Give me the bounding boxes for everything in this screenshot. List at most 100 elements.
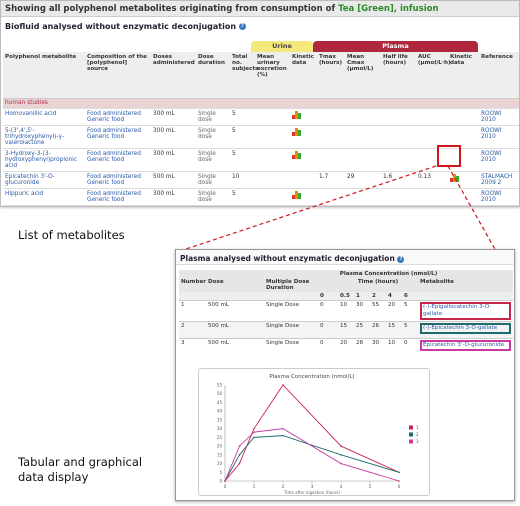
y-tick-label: 25	[217, 435, 223, 440]
data-point	[340, 454, 342, 456]
data-point	[282, 384, 284, 386]
concentration-value: 0	[318, 300, 338, 322]
panel-title: Plasma analysed without enzymatic deconj…	[176, 250, 514, 265]
concentration-value: 25	[354, 321, 370, 339]
legend-label: 3	[416, 439, 419, 444]
row-duration: Single Dose	[264, 321, 318, 339]
legend-swatch	[409, 425, 413, 430]
data-point	[238, 445, 241, 447]
row-dose: 500 mL	[206, 300, 264, 322]
concentration-row: 1 500 mL Single Dose 0 10 30 55 20 5 (-)-Epigallo…	[179, 300, 514, 322]
time-column-header: 0.5	[338, 292, 354, 301]
data-point	[282, 434, 284, 437]
panel-title-text: Plasma analysed without enzymatic deconj…	[180, 254, 395, 263]
x-tick-label: 4	[340, 484, 343, 489]
concentration-value: 10	[386, 338, 402, 356]
concentration-value: 5	[402, 321, 418, 339]
concentration-header: Plasma Concentration (nmol/L)	[264, 270, 514, 278]
concentration-value: 30	[354, 300, 370, 322]
concentration-value: 0	[402, 338, 418, 356]
y-tick-label: 55	[217, 383, 223, 388]
row-number: 1	[179, 300, 206, 322]
row-duration: Single Dose	[264, 338, 318, 356]
data-point	[238, 454, 241, 456]
concentration-value: 15	[338, 321, 354, 339]
concentration-value: 20	[386, 300, 402, 322]
data-point	[253, 431, 255, 433]
x-tick-label: 6	[398, 484, 401, 489]
concentration-value: 10	[338, 300, 354, 322]
chart-title: Plasma Concentration (nmol/L)	[269, 374, 354, 380]
row-dose: 500 mL	[206, 321, 264, 339]
x-axis-label: Time after ingestion (hours)	[283, 490, 340, 495]
data-point	[282, 427, 284, 430]
x-tick-label: 0	[224, 484, 227, 489]
plasma-concentration-table: Plasma Concentration (nmol/L) Number Dose…	[179, 270, 514, 356]
x-tick-label: 3	[311, 484, 314, 489]
metabolite-link[interactable]: (-)-Epigallocatechin 3-O-gallate	[420, 302, 512, 320]
metabolite-link[interactable]: (-)-Epicatechin 3-O-gallate	[420, 323, 512, 334]
data-point	[253, 427, 255, 430]
row-dose: 500 mL	[206, 338, 264, 356]
concentration-value: 55	[370, 300, 386, 322]
concentration-value: 15	[386, 321, 402, 339]
concentration-value: 28	[354, 338, 370, 356]
data-point	[224, 480, 226, 482]
y-tick-label: 15	[217, 452, 223, 457]
y-tick-label: 10	[217, 461, 223, 466]
dose-header: Dose	[206, 278, 264, 292]
concentration-chart: Plasma Concentration (nmol/L)05101520253…	[217, 374, 419, 495]
row-duration: Single Dose	[264, 300, 318, 322]
metabolite-cell: (-)-Epigallocatechin 3-O-gallate	[418, 300, 514, 322]
metabolite-cell: (-)-Epicatechin 3-O-gallate	[418, 321, 514, 339]
legend-label: 1	[416, 425, 419, 430]
y-tick-label: 30	[217, 426, 223, 431]
metabolite-link[interactable]: Epicatechin 3'-O-glucuronide	[420, 340, 512, 351]
concentration-value: 20	[338, 338, 354, 356]
y-tick-label: 20	[217, 444, 223, 449]
panel-help-icon[interactable]: ?	[397, 255, 405, 263]
concentration-value: 5	[402, 300, 418, 322]
list-of-metabolites-label: List of metabolites	[18, 228, 125, 242]
concentration-value: 26	[370, 321, 386, 339]
multiple-dose-header: Multiple Dose Duration	[264, 278, 318, 292]
concentration-value: 0	[318, 338, 338, 356]
series-line-2	[224, 435, 400, 482]
row-number: 3	[179, 338, 206, 356]
y-tick-label: 45	[217, 400, 223, 405]
number-header: Number	[179, 278, 206, 292]
concentration-value: 30	[370, 338, 386, 356]
legend-swatch	[409, 439, 413, 444]
legend-label: 2	[416, 432, 419, 437]
data-point	[238, 462, 241, 465]
label-line-2: data display	[18, 470, 89, 484]
data-point	[340, 462, 342, 465]
concentration-row: 3 500 mL Single Dose 0 20 28 30 10 0 Epicatechin …	[179, 338, 514, 356]
y-tick-label: 0	[219, 479, 222, 484]
data-point	[398, 471, 400, 474]
x-tick-label: 5	[369, 484, 372, 489]
x-tick-label: 2	[282, 484, 285, 489]
data-point	[398, 480, 400, 482]
y-tick-label: 40	[217, 409, 223, 414]
y-tick-label: 35	[217, 417, 223, 422]
time-column-header: 0	[318, 292, 338, 301]
time-column-header: 4	[386, 292, 402, 301]
row-number: 2	[179, 321, 206, 339]
data-point	[253, 436, 255, 439]
label-line-1: Tabular and graphical	[18, 455, 143, 469]
time-column-header: 2	[370, 292, 386, 301]
metabolite-header: Metabolite	[418, 278, 514, 292]
x-tick-label: 1	[253, 484, 256, 489]
concentration-row: 2 500 mL Single Dose 0 15 25 26 15 5 (-)-Epicatec…	[179, 321, 514, 339]
metabolite-cell: Epicatechin 3'-O-glucuronide	[418, 338, 514, 356]
concentration-value: 0	[318, 321, 338, 339]
y-tick-label: 50	[217, 391, 223, 396]
time-header: Time (hours)	[338, 278, 418, 292]
data-point	[340, 445, 342, 447]
y-tick-label: 5	[219, 470, 222, 475]
chart-container: Plasma Concentration (nmol/L) 0 5 10 15 20 25 3…	[198, 368, 430, 496]
legend-swatch	[409, 432, 413, 437]
series-line-1	[224, 384, 400, 482]
time-column-header: 1	[354, 292, 370, 301]
